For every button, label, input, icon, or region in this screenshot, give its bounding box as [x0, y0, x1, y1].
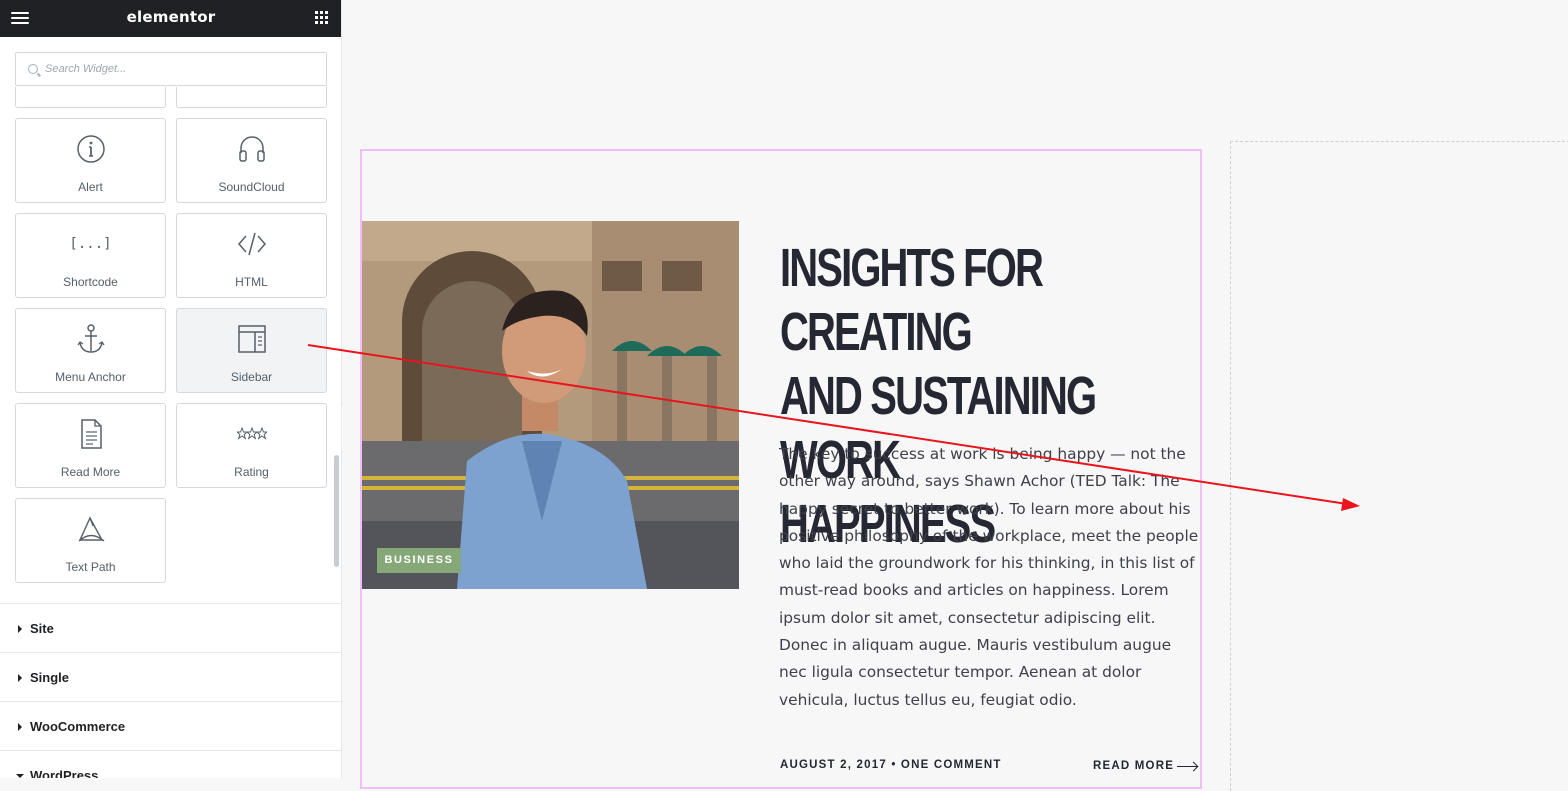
widget-card-partial[interactable]	[15, 87, 166, 108]
caret-right-icon	[18, 723, 22, 731]
widget-card-partial[interactable]	[176, 87, 327, 108]
widget-read-more[interactable]: Read More	[15, 403, 166, 488]
widget-panel: elementor Alert SoundCloud [...] Shortco…	[0, 0, 342, 778]
category-badge[interactable]: BUSINESS	[377, 548, 461, 573]
empty-column-dropzone[interactable]	[1230, 141, 1568, 791]
anchor-icon	[16, 323, 165, 355]
preview-canvas[interactable]: BUSINESS INSIGHTS FOR CREATING AND SUSTA…	[343, 0, 1568, 791]
document-icon	[16, 418, 165, 450]
widget-rating[interactable]: Rating	[176, 403, 327, 488]
widget-label: SoundCloud	[218, 180, 285, 194]
widget-label: Shortcode	[63, 275, 118, 289]
read-more-link[interactable]: READ MORE	[1093, 760, 1197, 772]
read-more-label: READ MORE	[1093, 760, 1175, 772]
shortcode-glyph: [...]	[69, 236, 112, 252]
section-single[interactable]: Single	[0, 652, 341, 701]
search-input[interactable]	[45, 53, 315, 85]
widget-label: Sidebar	[230, 370, 273, 384]
section-title: WooCommerce	[30, 719, 126, 734]
widget-text-path[interactable]: Text Path	[15, 498, 166, 583]
caret-right-icon	[18, 674, 22, 682]
post-excerpt: The key to success at work is being happ…	[779, 445, 1199, 709]
post-title-line: INSIGHTS FOR CREATING	[780, 238, 1044, 362]
caret-right-icon	[18, 625, 22, 633]
code-icon	[177, 228, 326, 260]
apps-grid-icon[interactable]	[315, 11, 328, 24]
section-title: Single	[30, 670, 70, 685]
search-icon	[28, 64, 38, 74]
section-title: Site	[30, 621, 54, 636]
widget-alert[interactable]: Alert	[15, 118, 166, 203]
widget-label: HTML	[235, 275, 268, 289]
text-path-icon	[16, 513, 165, 545]
widget-label: Read More	[60, 465, 121, 479]
shortcode-icon: [...]	[16, 228, 165, 260]
alert-icon	[16, 133, 165, 165]
stars-icon	[177, 418, 326, 450]
arrow-right-icon	[1177, 766, 1197, 767]
sidebar-icon	[177, 323, 326, 355]
headphones-icon	[177, 133, 326, 165]
widget-soundcloud[interactable]: SoundCloud	[176, 118, 327, 203]
widget-menu-anchor[interactable]: Menu Anchor	[15, 308, 166, 393]
search-widget-field[interactable]	[15, 52, 327, 86]
caret-down-icon	[16, 774, 24, 778]
section-woocommerce[interactable]: WooCommerce	[0, 701, 341, 750]
post-meta: AUGUST 2, 2017 • ONE COMMENT	[780, 759, 1002, 771]
widget-label: Text Path	[65, 560, 116, 574]
section-title: WordPress	[30, 768, 99, 778]
panel-scrollbar[interactable]	[334, 455, 339, 567]
section-site[interactable]: Site	[0, 603, 341, 652]
panel-header: elementor	[0, 0, 341, 37]
widget-shortcode[interactable]: [...] Shortcode	[15, 213, 166, 298]
widget-label: Alert	[78, 180, 103, 194]
brand-logo: elementor	[126, 8, 216, 26]
widget-label: Rating	[234, 465, 269, 479]
widget-label: Menu Anchor	[55, 370, 126, 384]
widget-html[interactable]: HTML	[176, 213, 327, 298]
post-featured-image[interactable]	[362, 221, 739, 589]
widget-sidebar[interactable]: Sidebar	[176, 308, 327, 393]
section-wordpress[interactable]: WordPress	[0, 750, 341, 778]
